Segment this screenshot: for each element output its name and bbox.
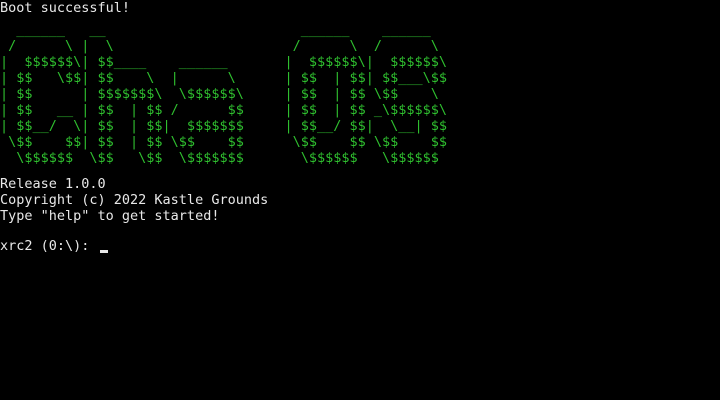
- terminal-window[interactable]: Boot successful! ______ __ ______ ______…: [0, 0, 720, 400]
- copyright-line: Copyright (c) 2022 Kastle Grounds: [0, 192, 269, 208]
- os-ascii-logo: ______ __ ______ ______ / \ | \ / \ / \ …: [0, 22, 448, 166]
- prompt-text: xrc2 (0:\):: [0, 238, 98, 254]
- command-prompt-line[interactable]: xrc2 (0:\):: [0, 238, 108, 254]
- help-hint-line: Type "help" to get started!: [0, 208, 220, 224]
- text-cursor[interactable]: [99, 250, 108, 253]
- boot-message: Boot successful!: [0, 0, 131, 16]
- release-line: Release 1.0.0: [0, 176, 106, 192]
